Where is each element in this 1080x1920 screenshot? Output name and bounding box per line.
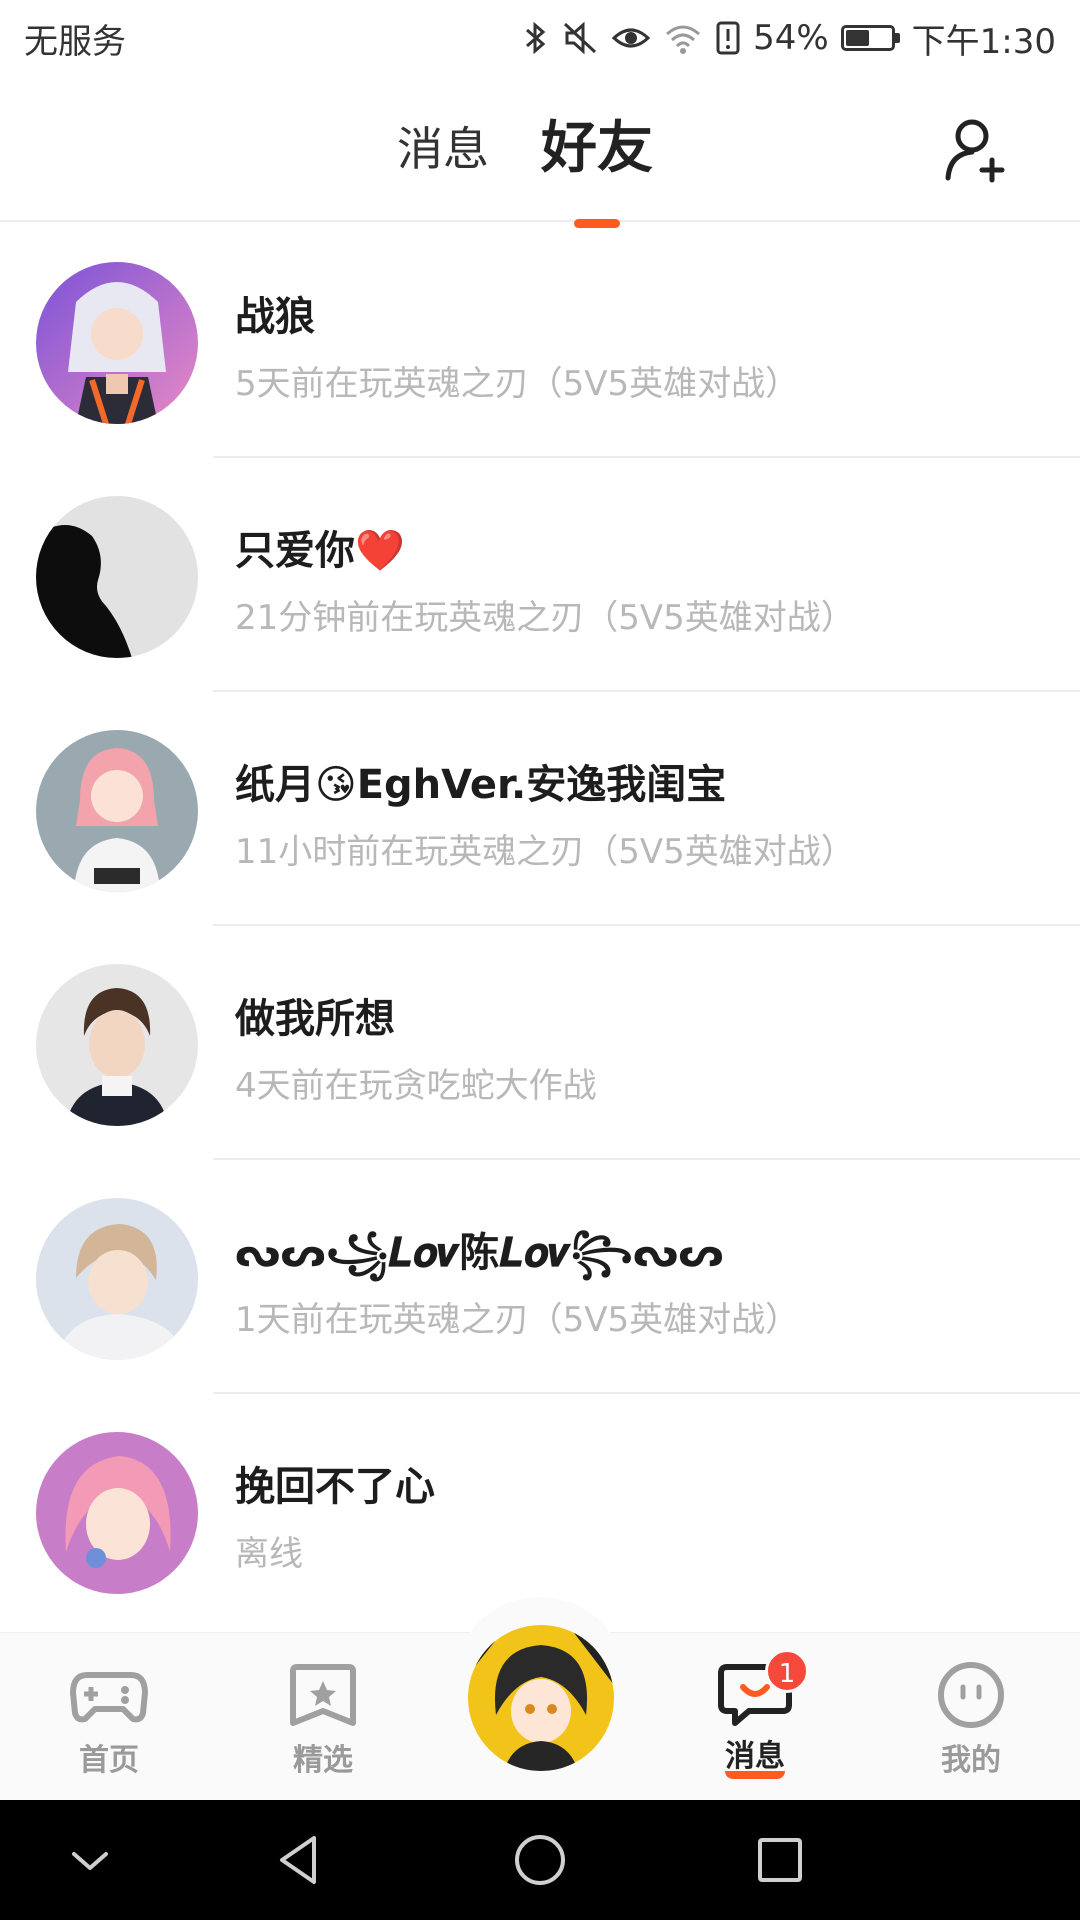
friend-name: ᔓᔕ꧁𝑳𝒐𝒗陈𝑳𝒐𝒗꧂ᔓᔕ [235, 1230, 724, 1276]
bottom-nav: 首页 精选 1 消息 我的 [0, 1597, 1080, 1800]
battery-icon [840, 25, 900, 51]
friend-name: 只爱你❤️ [235, 528, 405, 574]
tab-messages-label: 消息 [397, 122, 489, 176]
nav-me-label: 我的 [941, 1743, 1001, 1778]
brown-hair-boy-avatar[interactable] [36, 964, 198, 1126]
battery-percent: 54% [753, 18, 829, 58]
status-bar: 无服务 54% 下午1:30 [0, 0, 1080, 76]
nav-featured[interactable]: 精选 [263, 1659, 383, 1779]
unread-badge: 1 [765, 1649, 809, 1693]
friend-row[interactable]: 只爱你❤️ 21分钟前在玩英魂之刃（5V5英雄对战） [0, 458, 1080, 692]
friend-name: 纸月😘EghVer.安逸我闺宝 [235, 762, 727, 808]
friend-status: 5天前在玩英魂之刃（5V5英雄对战） [235, 364, 800, 404]
pink-girl-avatar[interactable] [36, 1432, 198, 1594]
smiley-face-icon [938, 1662, 1004, 1728]
back-icon[interactable] [270, 1830, 330, 1890]
silhouette-avatar[interactable] [36, 496, 198, 658]
eye-icon [611, 28, 651, 48]
friend-status: 21分钟前在玩英魂之刃（5V5英雄对战） [235, 598, 855, 638]
friend-status: 4天前在玩贪吃蛇大作战 [235, 1066, 597, 1106]
friend-list: 战狼 5天前在玩英魂之刃（5V5英雄对战） 只爱你❤️ 21分钟前在玩英魂之刃（… [0, 224, 1080, 1628]
friend-row[interactable]: 纸月😘EghVer.安逸我闺宝 11小时前在玩英魂之刃（5V5英雄对战） [0, 692, 1080, 926]
friend-row[interactable]: 做我所想 4天前在玩贪吃蛇大作战 [0, 926, 1080, 1160]
chat-bubble-icon: 1 [715, 1649, 809, 1729]
friend-name: 做我所想 [235, 996, 395, 1042]
status-icons: 54% 下午1:30 [523, 14, 1056, 63]
sim-alert-icon [716, 21, 740, 55]
nav-home[interactable]: 首页 [49, 1659, 169, 1779]
chevron-down-icon[interactable] [60, 1830, 120, 1890]
carrier-label: 无服务 [24, 21, 126, 62]
gamepad-icon [70, 1672, 148, 1723]
friend-row[interactable]: 战狼 5天前在玩英魂之刃（5V5英雄对战） [0, 224, 1080, 458]
nav-home-label: 首页 [79, 1743, 139, 1778]
game-character-avatar[interactable] [468, 1625, 614, 1771]
tab-friends[interactable]: 好友 [541, 114, 653, 228]
nav-messages[interactable]: 1 消息 [695, 1649, 815, 1779]
friend-name: 战狼 [235, 294, 315, 340]
friend-row[interactable]: ᔓᔕ꧁𝑳𝒐𝒗陈𝑳𝒐𝒗꧂ᔓᔕ 1天前在玩英魂之刃（5V5英雄对战） [0, 1160, 1080, 1394]
pink-hair-girl-avatar[interactable] [36, 730, 198, 892]
recents-icon[interactable] [750, 1830, 810, 1890]
star-bookmark-icon [290, 1664, 356, 1726]
tab-messages[interactable]: 消息 [397, 114, 489, 184]
mute-icon [564, 21, 597, 55]
blond-boy-avatar[interactable] [36, 1198, 198, 1360]
nav-featured-label: 精选 [293, 1743, 353, 1778]
tab-bar: 消息 好友 [0, 114, 1080, 228]
friend-row[interactable]: 挽回不了心 离线 [0, 1394, 1080, 1628]
person-add-icon[interactable] [942, 114, 1014, 186]
bluetooth-icon [526, 21, 546, 55]
friend-status: 离线 [235, 1534, 303, 1574]
friend-status: 1天前在玩英魂之刃（5V5英雄对战） [235, 1300, 800, 1340]
header: 消息 好友 [0, 76, 1080, 228]
home-icon[interactable] [510, 1830, 570, 1890]
system-nav-bar [0, 1800, 1080, 1920]
wifi-icon [666, 25, 701, 54]
friend-status: 11小时前在玩英魂之刃（5V5英雄对战） [235, 832, 855, 872]
friend-name: 挽回不了心 [235, 1464, 435, 1510]
tab-friends-label: 好友 [541, 116, 653, 181]
clock: 下午1:30 [911, 21, 1056, 62]
anime-girl-avatar[interactable] [36, 262, 198, 424]
nav-me[interactable]: 我的 [911, 1659, 1031, 1779]
nav-messages-label: 消息 [725, 1739, 785, 1774]
